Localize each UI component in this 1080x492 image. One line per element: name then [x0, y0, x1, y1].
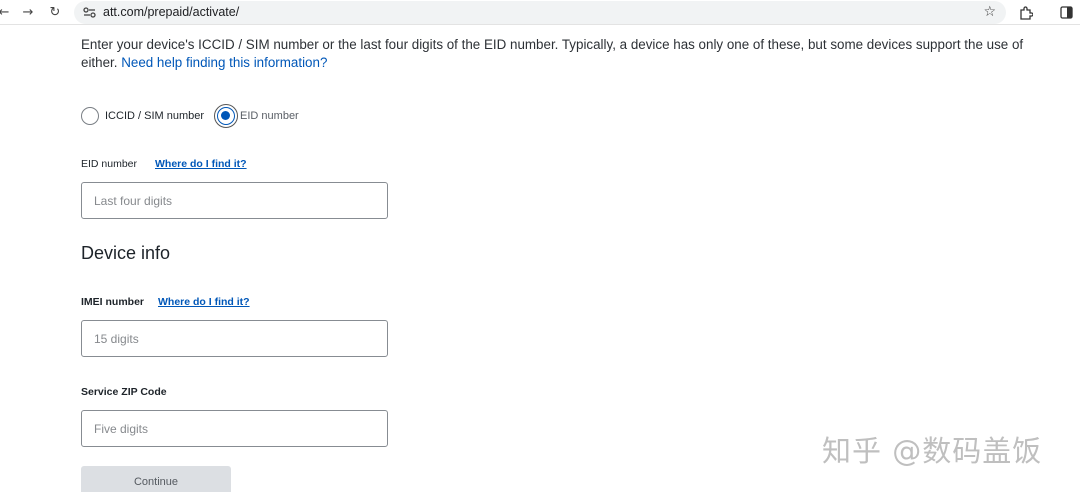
bookmark-star-icon[interactable]: ☆	[983, 4, 996, 20]
site-info-icon[interactable]	[82, 5, 97, 20]
watermark-text: 知乎 @数码盖饭	[822, 434, 1043, 468]
device-info-title: Device info	[81, 243, 171, 263]
id-type-radio-group: ICCID / SIM number EID number	[81, 104, 299, 128]
eid-radio[interactable]	[217, 107, 236, 125]
imei-input[interactable]	[81, 320, 388, 357]
extensions-icon[interactable]	[1017, 4, 1035, 21]
reload-icon[interactable]: ↻	[45, 3, 65, 21]
eid-input[interactable]	[81, 182, 388, 219]
zip-input[interactable]	[81, 410, 388, 447]
forward-arrow-icon[interactable]: →	[18, 3, 38, 21]
imei-help-link[interactable]: Where do I find it?	[158, 296, 250, 308]
help-finding-info-link[interactable]: Need help finding this information?	[121, 55, 327, 70]
eid-radio-label[interactable]: EID number	[240, 110, 299, 122]
url-text[interactable]: att.com/prepaid/activate/	[103, 5, 239, 19]
imei-field-label: IMEI number	[81, 296, 145, 308]
iccid-radio-label[interactable]: ICCID / SIM number	[105, 110, 204, 122]
eid-field-label: EID number	[81, 158, 138, 170]
iccid-radio[interactable]	[81, 107, 99, 125]
eid-radio-focus-ring	[214, 104, 239, 128]
continue-button[interactable]: Continue	[81, 466, 231, 492]
side-panel-icon[interactable]	[1057, 4, 1075, 21]
address-bar[interactable]: att.com/prepaid/activate/ ☆	[74, 1, 1006, 24]
zip-field-label: Service ZIP Code	[81, 386, 167, 398]
back-arrow-icon[interactable]: ←	[0, 3, 14, 21]
browser-toolbar: ← → ↻ att.com/prepaid/activate/ ☆	[0, 0, 1080, 25]
eid-help-link[interactable]: Where do I find it?	[155, 158, 247, 170]
intro-text: Enter your device's ICCID / SIM number o…	[81, 36, 1041, 72]
